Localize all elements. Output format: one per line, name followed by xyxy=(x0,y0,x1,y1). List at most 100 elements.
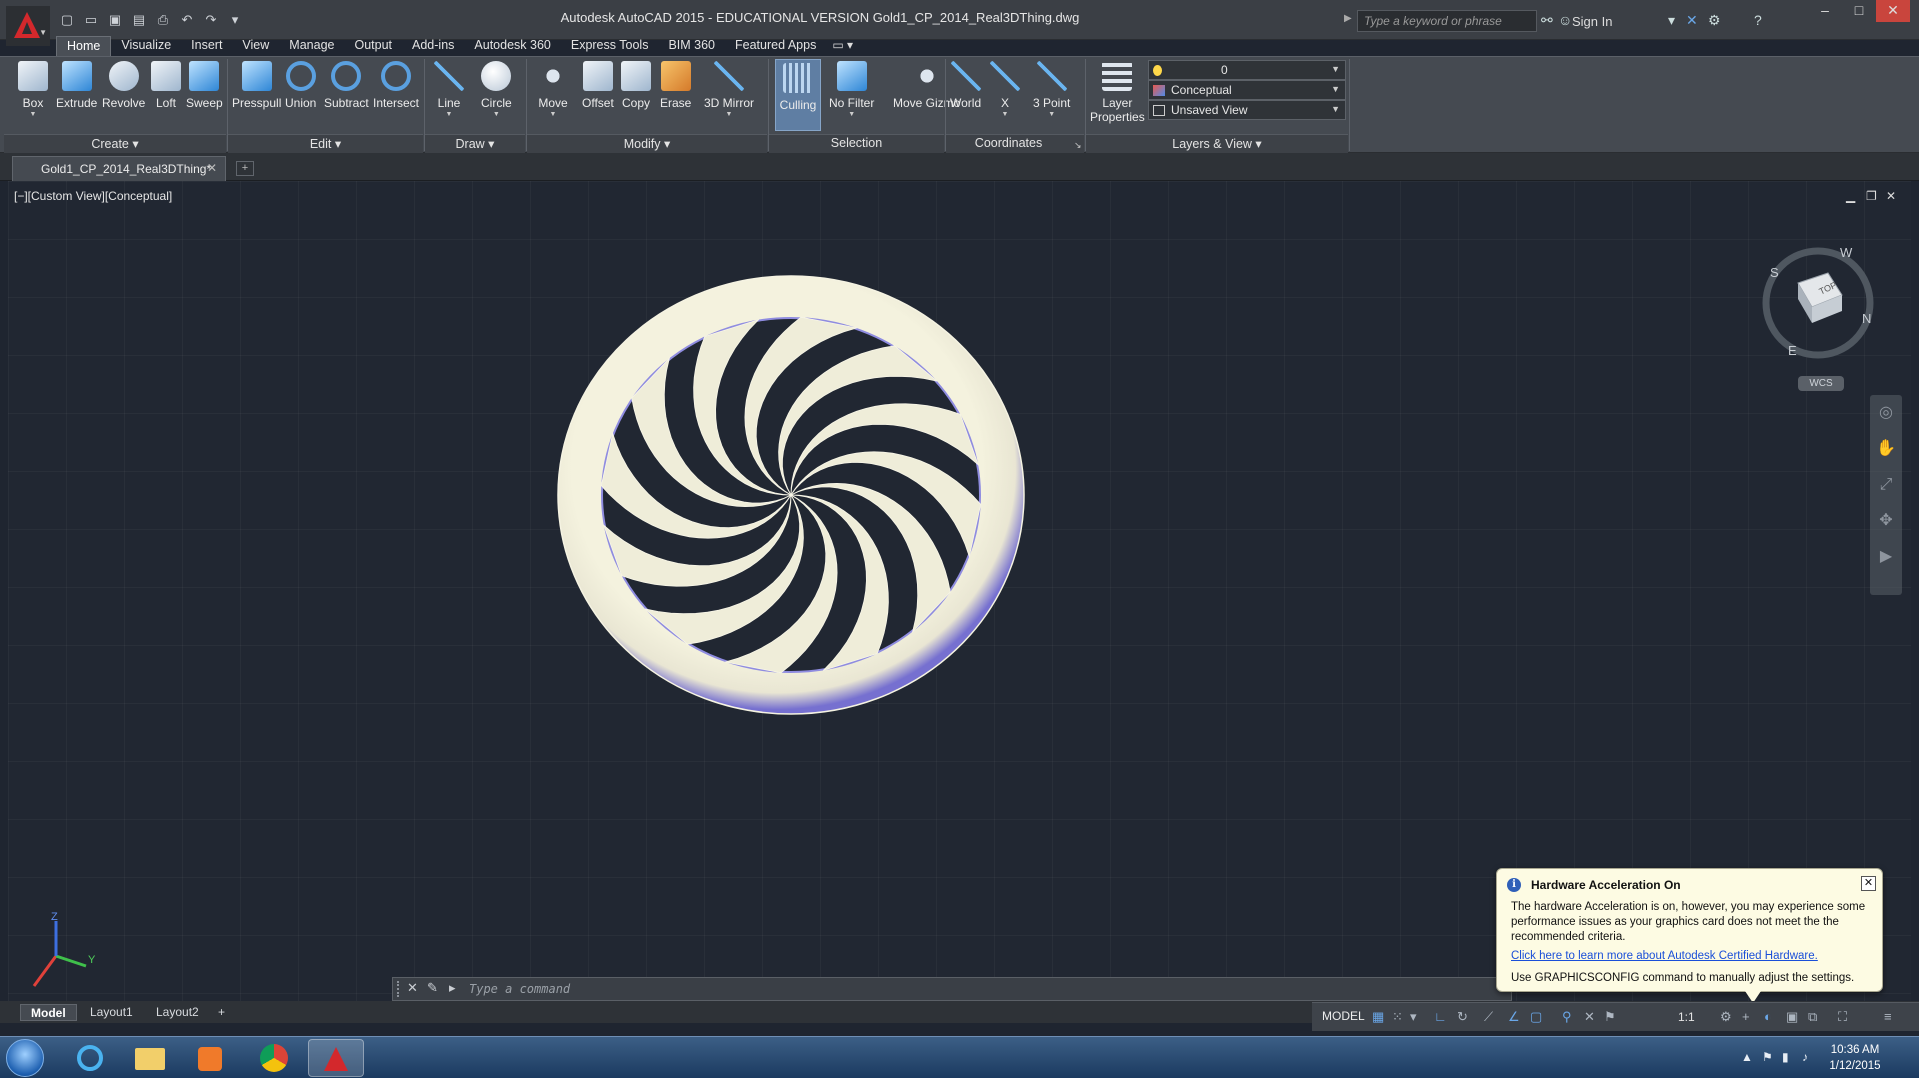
compass-south[interactable]: S xyxy=(1770,265,1779,280)
intersect-button[interactable]: Intersect xyxy=(373,61,419,110)
close-tab-icon[interactable]: ✕ xyxy=(207,161,217,175)
notification-close-button[interactable]: ✕ xyxy=(1861,876,1876,891)
tab-layout2[interactable]: Layout2 xyxy=(146,1004,209,1021)
tab-visualize[interactable]: Visualize xyxy=(111,36,181,56)
edit-panel-label[interactable]: Edit ▾ xyxy=(228,136,423,151)
layers-view-panel-label[interactable]: Layers & View ▾ xyxy=(1086,136,1348,151)
union-button[interactable]: Union xyxy=(285,61,316,110)
save-icon[interactable]: ▣ xyxy=(106,12,124,28)
offset-button[interactable]: Offset xyxy=(582,61,614,110)
tab-model[interactable]: Model xyxy=(20,1004,77,1021)
model-space-button[interactable]: MODEL xyxy=(1318,1009,1369,1023)
grid-icon[interactable]: ▦ xyxy=(1372,1009,1384,1025)
showmotion-icon[interactable]: ▶ xyxy=(1870,539,1902,575)
tab-bim-360[interactable]: BIM 360 xyxy=(658,36,725,56)
loft-button[interactable]: Loft xyxy=(151,61,181,110)
presspull-button[interactable]: Presspull xyxy=(232,61,281,110)
customize-qat-icon[interactable]: ▾ xyxy=(226,12,244,28)
auto-scale-icon[interactable]: ✕ xyxy=(1584,1009,1595,1025)
annotation-scale-icon[interactable]: ⚑ xyxy=(1604,1009,1616,1025)
tab-manage[interactable]: Manage xyxy=(279,36,344,56)
certified-hardware-link[interactable]: Click here to learn more about Autodesk … xyxy=(1511,950,1818,962)
dropdown-icon[interactable]: ▾ xyxy=(1668,12,1675,29)
close-button[interactable]: ✕ xyxy=(1876,0,1910,22)
command-line[interactable]: ✕ ✎ ▸ Type a command xyxy=(392,977,1512,1001)
3d-mirror-button[interactable]: 3D Mirror ▼ xyxy=(704,61,754,119)
fullscreen-icon[interactable]: ⛶ xyxy=(1838,1009,1847,1025)
draw-panel-label[interactable]: Draw ▾ xyxy=(425,136,525,151)
sign-in-link[interactable]: Sign In xyxy=(1572,14,1612,29)
new-icon[interactable]: ▢ xyxy=(58,12,76,28)
object-snap-tracking-icon[interactable]: ∠ xyxy=(1508,1009,1520,1025)
polar-icon[interactable]: ↻ xyxy=(1457,1009,1468,1025)
exchange-apps-icon[interactable]: ✕ xyxy=(1686,12,1698,29)
subtract-button[interactable]: Subtract xyxy=(324,61,369,110)
viewcube[interactable]: TOP S W N E xyxy=(1758,243,1878,363)
tab-output[interactable]: Output xyxy=(344,36,402,56)
tab-view[interactable]: View xyxy=(232,36,279,56)
sweep-button[interactable]: Sweep xyxy=(186,61,223,110)
show-hidden-icons[interactable]: ▲ xyxy=(1741,1050,1753,1064)
zoom-extents-icon[interactable]: ⤢ xyxy=(1870,467,1902,503)
extrude-button[interactable]: Extrude xyxy=(56,61,97,110)
hardware-acceleration-icon[interactable]: ◐ xyxy=(1764,1009,1772,1024)
search-input[interactable]: Type a keyword or phrase xyxy=(1357,10,1537,32)
tab-autodesk-360[interactable]: Autodesk 360 xyxy=(464,36,560,56)
search-expand-icon[interactable]: ▶ xyxy=(1344,13,1352,24)
maximize-button[interactable]: □ xyxy=(1842,0,1876,22)
tab-express-tools[interactable]: Express Tools xyxy=(561,36,659,56)
autocad-taskbar-icon[interactable] xyxy=(308,1039,364,1077)
culling-button[interactable]: Culling xyxy=(775,59,821,131)
circle-button[interactable]: Circle ▼ xyxy=(481,61,512,119)
ortho-icon[interactable]: ∟ xyxy=(1434,1009,1447,1024)
tab-home[interactable]: Home xyxy=(56,36,112,56)
move-button[interactable]: Move ▼ xyxy=(538,61,568,119)
dialog-launcher-icon[interactable]: ↘ xyxy=(1074,140,1082,151)
x-button[interactable]: X ▼ xyxy=(990,61,1020,119)
network-icon[interactable]: ▮ xyxy=(1782,1050,1789,1064)
annotation-scale-button[interactable]: 1:1 xyxy=(1678,1010,1695,1024)
annotation-monitor-icon[interactable]: + xyxy=(1742,1009,1750,1024)
3-point-button[interactable]: 3 Point ▼ xyxy=(1033,61,1070,119)
minimize-button[interactable]: – xyxy=(1808,0,1842,22)
world-button[interactable]: World xyxy=(950,61,981,110)
binoculars-icon[interactable]: ⚯ xyxy=(1541,12,1553,29)
file-explorer-icon[interactable] xyxy=(122,1039,178,1077)
snap-dropdown-icon[interactable]: ▾ xyxy=(1410,1009,1417,1025)
compass-west[interactable]: W xyxy=(1840,245,1853,260)
object-snap-icon[interactable]: ▢ xyxy=(1530,1009,1542,1025)
compass-east[interactable]: E xyxy=(1788,343,1797,358)
system-clock[interactable]: 10:36 AM 1/12/2015 xyxy=(1820,1042,1890,1074)
no-filter-button[interactable]: No Filter ▼ xyxy=(829,61,874,119)
add-layout-button[interactable]: + xyxy=(214,1004,229,1021)
save-as-icon[interactable]: ▤ xyxy=(130,12,148,28)
recent-commands-icon[interactable]: ▸ xyxy=(449,980,456,996)
box-button[interactable]: Box ▼ xyxy=(18,61,48,119)
tab-insert[interactable]: Insert xyxy=(181,36,232,56)
snap-icon[interactable]: ⁙ xyxy=(1392,1009,1403,1025)
compass-north[interactable]: N xyxy=(1862,311,1871,326)
start-button[interactable] xyxy=(6,1039,44,1077)
action-center-icon[interactable]: ⚑ xyxy=(1762,1050,1773,1064)
print-icon[interactable]: ⎙ xyxy=(154,12,172,28)
clean-screen-icon[interactable]: ⧉ xyxy=(1808,1009,1817,1025)
annotation-visibility-icon[interactable]: ⚲ xyxy=(1562,1009,1572,1025)
volume-icon[interactable]: ♪ xyxy=(1802,1050,1808,1064)
command-line-grip[interactable] xyxy=(397,981,403,997)
document-tab[interactable]: Gold1_CP_2014_Real3DThing* ✕ xyxy=(12,156,226,181)
media-player-icon[interactable] xyxy=(182,1039,238,1077)
pan-icon[interactable]: ✋ xyxy=(1870,431,1902,467)
command-input[interactable]: Type a command xyxy=(469,982,570,996)
modify-panel-label[interactable]: Modify ▾ xyxy=(527,136,767,151)
tab-featured-apps[interactable]: Featured Apps xyxy=(725,36,826,56)
orbit-icon[interactable]: ✥ xyxy=(1870,503,1902,539)
layer-dropdown[interactable]: 0 ▼ xyxy=(1148,60,1346,80)
internet-explorer-icon[interactable] xyxy=(62,1039,118,1077)
steering-wheel-icon[interactable]: ◎ xyxy=(1870,395,1902,431)
undo-icon[interactable]: ↶ xyxy=(178,12,196,28)
help-icon[interactable]: ? xyxy=(1754,12,1762,28)
isolate-objects-icon[interactable]: ▣ xyxy=(1786,1009,1798,1025)
create-panel-label[interactable]: Create ▾ xyxy=(4,136,226,151)
tab-add-ins[interactable]: Add-ins xyxy=(402,36,464,56)
erase-button[interactable]: Erase xyxy=(660,61,691,110)
